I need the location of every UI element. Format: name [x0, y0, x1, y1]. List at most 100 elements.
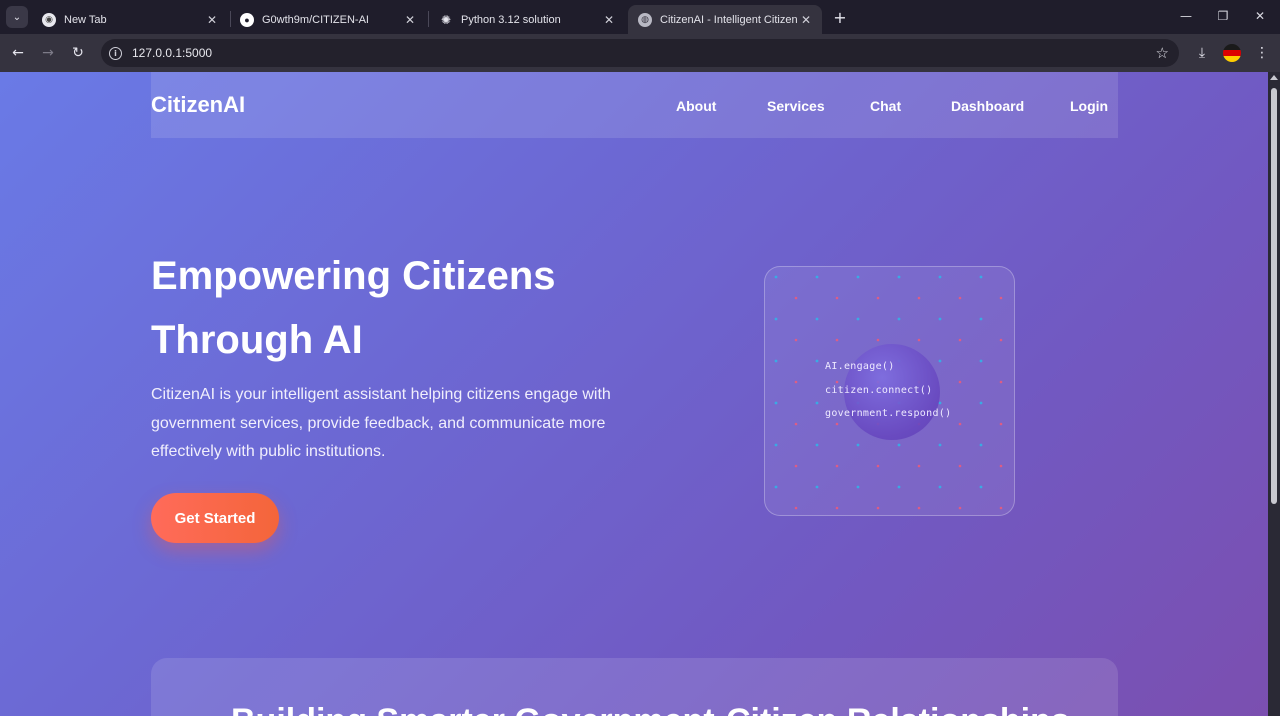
- grid-dot: [835, 422, 839, 426]
- grid-dot: [979, 443, 983, 447]
- grid-dot: [999, 506, 1003, 510]
- grid-dot: [897, 275, 901, 279]
- grid-dot: [774, 401, 778, 405]
- grid-dot: [917, 296, 921, 300]
- tab-title: G0wth9m/CITIZEN-AI: [262, 13, 369, 26]
- grid-dot: [897, 485, 901, 489]
- grid-dot: [958, 464, 962, 468]
- arrow-left-icon: ←: [12, 45, 24, 61]
- bookmark-star-icon[interactable]: ☆: [1156, 44, 1169, 62]
- tab-citizenai[interactable]: ◍ CitizenAI - Intelligent Citizen En ✕: [628, 5, 822, 34]
- grid-dot: [917, 464, 921, 468]
- code-line: AI.engage(): [825, 361, 895, 372]
- site-info-icon[interactable]: i: [109, 46, 122, 60]
- downloads-button[interactable]: ⤓: [1191, 42, 1213, 64]
- get-started-button[interactable]: Get Started: [151, 493, 279, 543]
- browser-toolbar: ← → ↻ i 127.0.0.1:5000 ☆ ⤓ ⋮: [0, 34, 1280, 72]
- tab-title: New Tab: [64, 13, 107, 26]
- minimize-button[interactable]: —: [1171, 4, 1201, 28]
- grid-dot: [815, 275, 819, 279]
- grid-dot: [938, 401, 942, 405]
- more-vert-icon: ⋮: [1255, 45, 1269, 61]
- tab-new-tab[interactable]: ◉ New Tab ✕: [32, 5, 228, 34]
- restore-icon: ❐: [1217, 9, 1229, 23]
- grid-dot: [938, 317, 942, 321]
- grid-dot: [774, 359, 778, 363]
- nav-link-about[interactable]: About: [676, 98, 716, 114]
- grid-dot: [938, 443, 942, 447]
- globe-icon: ◍: [638, 12, 652, 27]
- grid-dot: [999, 338, 1003, 342]
- nav-link-chat[interactable]: Chat: [870, 98, 901, 114]
- reload-button[interactable]: ↻: [67, 42, 89, 64]
- grid-dot: [979, 317, 983, 321]
- nav-link-dashboard[interactable]: Dashboard: [951, 98, 1024, 114]
- grid-dot: [958, 380, 962, 384]
- back-button[interactable]: ←: [7, 42, 29, 64]
- close-icon: ✕: [1254, 9, 1266, 23]
- grid-dot: [815, 443, 819, 447]
- close-icon[interactable]: ✕: [204, 13, 220, 27]
- url-text: 127.0.0.1:5000: [132, 46, 213, 60]
- grid-dot: [979, 485, 983, 489]
- grid-dot: [999, 296, 1003, 300]
- site-header: CitizenAI About Services Chat Dashboard …: [151, 72, 1118, 138]
- tab-title: CitizenAI - Intelligent Citizen En: [660, 13, 798, 26]
- hero-title-line: Empowering Citizens: [151, 254, 556, 298]
- address-bar[interactable]: i 127.0.0.1:5000 ☆: [101, 39, 1179, 67]
- grid-dot: [979, 359, 983, 363]
- grid-dot: [794, 338, 798, 342]
- grid-dot: [794, 464, 798, 468]
- grid-dot: [958, 296, 962, 300]
- scrollbar-thumb[interactable]: [1271, 88, 1277, 504]
- tab-python-solution[interactable]: ✺ Python 3.12 solution ✕: [429, 5, 625, 34]
- grid-dot: [876, 296, 880, 300]
- close-icon[interactable]: ✕: [402, 13, 418, 27]
- restore-button[interactable]: ❐: [1208, 4, 1238, 28]
- grid-dot: [856, 485, 860, 489]
- grid-dot: [856, 443, 860, 447]
- grid-dot: [897, 317, 901, 321]
- tab-title: Python 3.12 solution: [461, 13, 561, 26]
- grid-dot: [876, 338, 880, 342]
- code-line: government.respond(): [825, 408, 952, 419]
- tab-github[interactable]: ● G0wth9m/CITIZEN-AI ✕: [230, 5, 426, 34]
- grid-dot: [999, 422, 1003, 426]
- site-logo[interactable]: CitizenAI: [151, 92, 245, 118]
- page-scrollbar[interactable]: [1268, 72, 1280, 716]
- grid-dot: [835, 506, 839, 510]
- grid-dot: [938, 485, 942, 489]
- grid-dot: [815, 401, 819, 405]
- browser-tab-bar: ⌄ ◉ New Tab ✕ ● G0wth9m/CITIZEN-AI ✕ ✺ P…: [0, 0, 1280, 34]
- grid-dot: [999, 464, 1003, 468]
- grid-dot: [958, 422, 962, 426]
- chrome-icon: ◉: [42, 12, 56, 27]
- chevron-down-icon: ⌄: [12, 11, 22, 23]
- tab-search-button[interactable]: ⌄: [6, 6, 28, 28]
- grid-dot: [938, 359, 942, 363]
- features-section-card: Building Smarter Government-Citizen Rela…: [151, 658, 1118, 716]
- grid-dot: [917, 506, 921, 510]
- grid-dot: [856, 275, 860, 279]
- reload-icon: ↻: [72, 45, 84, 61]
- forward-button[interactable]: →: [37, 42, 59, 64]
- menu-button[interactable]: ⋮: [1251, 42, 1273, 64]
- grid-dot: [876, 506, 880, 510]
- new-tab-button[interactable]: +: [830, 7, 850, 27]
- grid-dot: [774, 485, 778, 489]
- grid-dot: [815, 485, 819, 489]
- close-window-button[interactable]: ✕: [1245, 4, 1275, 28]
- nav-link-services[interactable]: Services: [767, 98, 825, 114]
- profile-button[interactable]: [1221, 42, 1243, 64]
- grid-dot: [774, 317, 778, 321]
- arrow-right-icon: →: [42, 45, 54, 61]
- nav-link-login[interactable]: Login: [1070, 98, 1108, 114]
- github-icon: ●: [240, 12, 254, 27]
- close-icon[interactable]: ✕: [798, 13, 814, 27]
- grid-dot: [999, 380, 1003, 384]
- plus-icon: +: [833, 7, 847, 27]
- close-icon[interactable]: ✕: [601, 13, 617, 27]
- grid-dot: [815, 317, 819, 321]
- scroll-up-arrow-icon[interactable]: [1270, 75, 1278, 80]
- openai-icon: ✺: [440, 12, 452, 27]
